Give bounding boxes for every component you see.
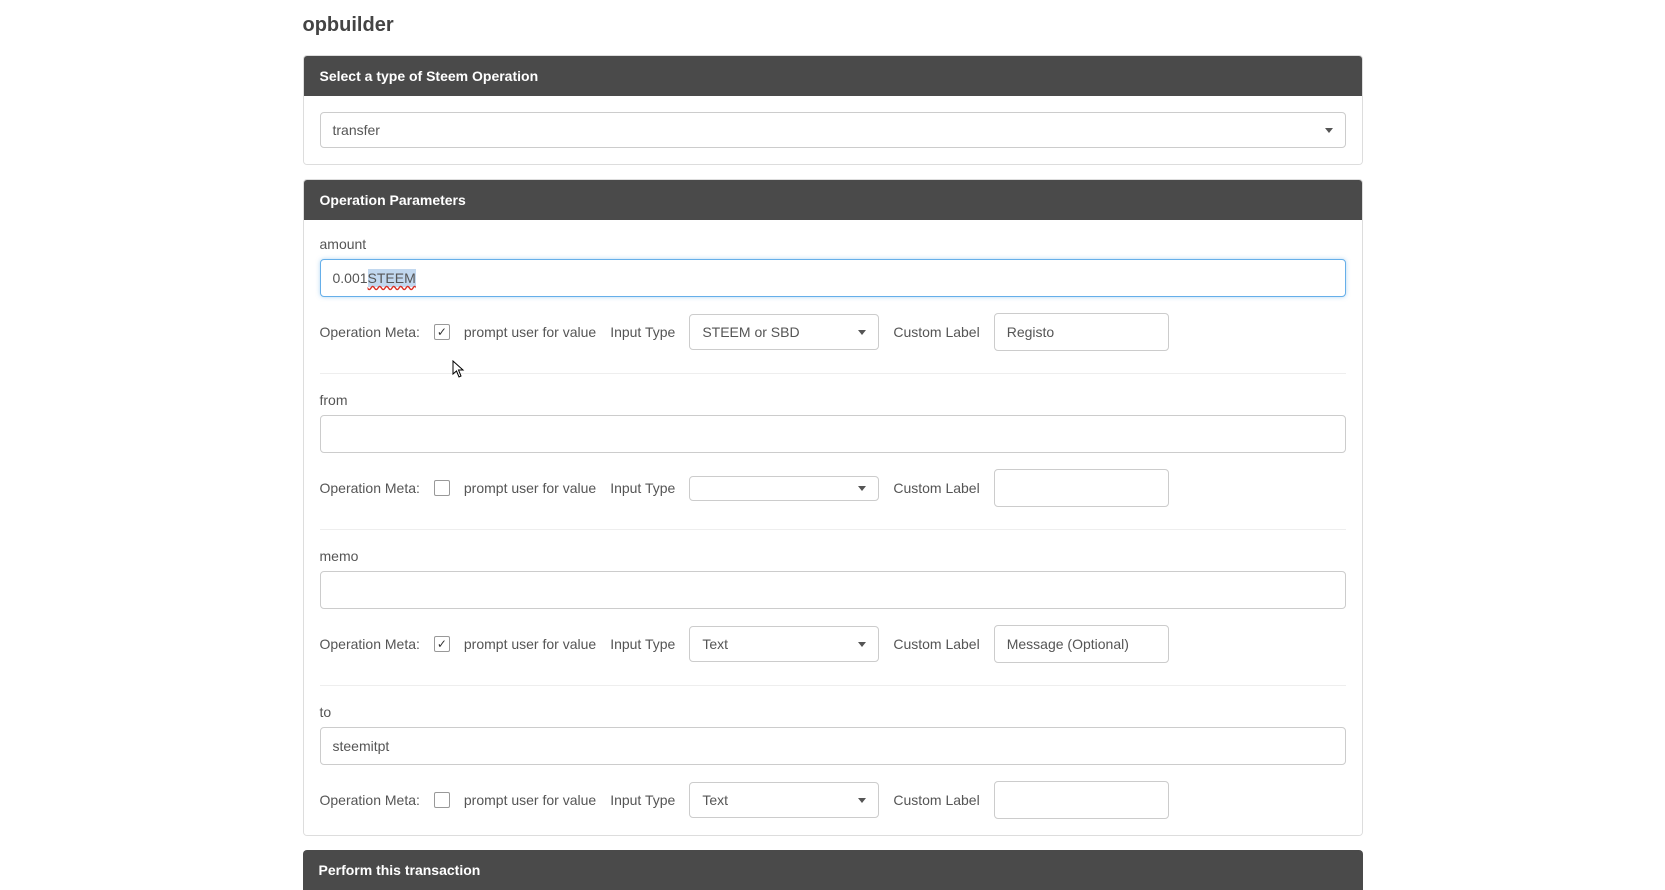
amount-meta-label: Operation Meta: <box>320 324 420 340</box>
caret-down-icon <box>858 798 866 803</box>
to-prompt-label: prompt user for value <box>464 792 596 808</box>
from-custom-label-input[interactable] <box>994 469 1169 507</box>
to-input[interactable] <box>320 727 1346 765</box>
memo-prompt-checkbox[interactable] <box>434 636 450 652</box>
amount-custom-label-label: Custom Label <box>893 324 979 340</box>
operation-type-dropdown[interactable]: transfer <box>320 112 1346 148</box>
memo-custom-label-input[interactable] <box>994 625 1169 663</box>
amount-label: amount <box>320 236 1346 252</box>
to-prompt-checkbox[interactable] <box>434 792 450 808</box>
from-input-type-label: Input Type <box>610 480 675 496</box>
operation-type-value: transfer <box>333 122 380 138</box>
from-prompt-checkbox[interactable] <box>434 480 450 496</box>
select-operation-panel: Select a type of Steem Operation transfe… <box>303 55 1363 165</box>
memo-input-type-label: Input Type <box>610 636 675 652</box>
amount-prompt-label: prompt user for value <box>464 324 596 340</box>
memo-custom-label-label: Custom Label <box>893 636 979 652</box>
amount-prompt-checkbox[interactable] <box>434 324 450 340</box>
cursor-icon <box>452 360 466 383</box>
amount-input-type-value: STEEM or SBD <box>702 324 799 340</box>
caret-down-icon <box>858 486 866 491</box>
from-label: from <box>320 392 1346 408</box>
from-input[interactable] <box>320 415 1346 453</box>
amount-custom-label-input[interactable] <box>994 313 1169 351</box>
to-custom-label-label: Custom Label <box>893 792 979 808</box>
amount-input[interactable]: 0.001 STEEM <box>320 259 1346 297</box>
to-label: to <box>320 704 1346 720</box>
to-meta-label: Operation Meta: <box>320 792 420 808</box>
from-input-type-dropdown[interactable] <box>689 476 879 501</box>
amount-input-type-dropdown[interactable]: STEEM or SBD <box>689 314 879 350</box>
param-memo: memo Operation Meta: prompt user for val… <box>320 548 1346 686</box>
from-meta-label: Operation Meta: <box>320 480 420 496</box>
memo-input-type-dropdown[interactable]: Text <box>689 626 879 662</box>
to-custom-label-input[interactable] <box>994 781 1169 819</box>
param-amount: amount 0.001 STEEM Operation Meta: promp… <box>320 236 1346 374</box>
memo-label: memo <box>320 548 1346 564</box>
to-input-type-label: Input Type <box>610 792 675 808</box>
amount-value-selected: STEEM <box>368 269 416 287</box>
memo-meta-label: Operation Meta: <box>320 636 420 652</box>
caret-down-icon <box>858 330 866 335</box>
caret-down-icon <box>1325 128 1333 133</box>
amount-input-type-label: Input Type <box>610 324 675 340</box>
memo-prompt-label: prompt user for value <box>464 636 596 652</box>
caret-down-icon <box>858 642 866 647</box>
select-operation-header: Select a type of Steem Operation <box>304 56 1362 96</box>
operation-parameters-panel: Operation Parameters amount 0.001 STEEM … <box>303 179 1363 836</box>
memo-input[interactable] <box>320 571 1346 609</box>
memo-input-type-value: Text <box>702 636 728 652</box>
from-custom-label-label: Custom Label <box>893 480 979 496</box>
amount-value-prefix: 0.001 <box>333 269 368 287</box>
param-from: from Operation Meta: prompt user for val… <box>320 392 1346 530</box>
from-prompt-label: prompt user for value <box>464 480 596 496</box>
perform-transaction-header: Perform this transaction <box>303 850 1363 890</box>
to-input-type-value: Text <box>702 792 728 808</box>
to-input-type-dropdown[interactable]: Text <box>689 782 879 818</box>
operation-parameters-header: Operation Parameters <box>304 180 1362 220</box>
param-to: to Operation Meta: prompt user for value… <box>320 704 1346 819</box>
page-title: opbuilder <box>303 0 1363 55</box>
